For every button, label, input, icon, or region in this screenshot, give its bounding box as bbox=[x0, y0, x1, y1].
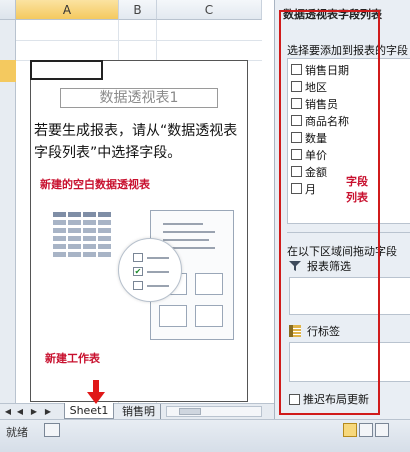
report-filter-drop-area[interactable] bbox=[289, 277, 410, 315]
field-item[interactable]: 销售员 bbox=[291, 95, 338, 112]
field-label: 金额 bbox=[305, 165, 327, 179]
pivot-field-list-pane: 数据透视表字段列表 选择要添加到报表的字段 销售日期 地区 销售员 商品名称 数… bbox=[274, 0, 410, 419]
row-labels-drop-area[interactable] bbox=[289, 342, 410, 382]
field-label: 月 bbox=[305, 182, 316, 196]
pane-title: 数据透视表字段列表 bbox=[283, 8, 382, 21]
column-header-b[interactable]: B bbox=[119, 0, 157, 20]
checkbox[interactable] bbox=[291, 166, 302, 177]
active-cell[interactable] bbox=[30, 60, 103, 80]
column-header-a[interactable]: A bbox=[16, 0, 119, 20]
checkbox[interactable] bbox=[291, 64, 302, 75]
column-header-c[interactable]: C bbox=[157, 0, 262, 20]
pivot-instruction-text: 若要生成报表，请从“数据透视表字段列表”中选择字段。 bbox=[34, 123, 238, 161]
select-all-corner[interactable] bbox=[0, 0, 16, 20]
next-sheet-icon[interactable]: ▶ bbox=[28, 406, 40, 418]
field-select-prompt: 选择要添加到报表的字段 bbox=[287, 44, 408, 57]
prev-sheet-icon[interactable]: ◀ bbox=[14, 406, 26, 418]
row-labels-label: 行标签 bbox=[307, 325, 340, 338]
annotation-field-list: 字段 列表 bbox=[346, 175, 368, 204]
defer-update-checkbox[interactable] bbox=[289, 393, 300, 405]
defer-layout-update[interactable]: 推迟布局更新 bbox=[289, 391, 369, 407]
checkbox[interactable] bbox=[291, 115, 302, 126]
tab-sheet1[interactable]: Sheet1 bbox=[64, 403, 114, 419]
filter-icon bbox=[289, 261, 301, 271]
horizontal-scroll-thumb[interactable] bbox=[179, 408, 201, 415]
area-drag-prompt: 在以下区域间拖动字段 bbox=[287, 245, 397, 258]
field-label: 商品名称 bbox=[305, 114, 349, 128]
sheet-tab-bar: ◀ ◀ ▶ ▶ Sheet1 销售明 bbox=[0, 403, 274, 419]
checkbox[interactable] bbox=[291, 183, 302, 194]
tab-sales-detail[interactable]: 销售明 bbox=[117, 404, 161, 419]
field-label: 数量 bbox=[305, 131, 327, 145]
checkbox[interactable] bbox=[291, 149, 302, 160]
page-break-view-button[interactable] bbox=[375, 423, 389, 437]
checkbox[interactable] bbox=[291, 81, 302, 92]
row-header-selected[interactable] bbox=[0, 60, 16, 82]
checkbox[interactable] bbox=[291, 98, 302, 109]
field-label: 销售员 bbox=[305, 97, 338, 111]
field-item[interactable]: 月 bbox=[291, 180, 316, 197]
row-labels-header: 行标签 bbox=[289, 323, 340, 339]
worksheet-area[interactable]: A B C 数据透视表1 若要生成报表，请从“数据透视表字段列表”中选择字段。 … bbox=[0, 0, 262, 417]
pane-splitter[interactable] bbox=[287, 232, 410, 236]
macro-record-icon[interactable] bbox=[44, 423, 60, 437]
row-labels-icon bbox=[289, 325, 301, 337]
field-label: 地区 bbox=[305, 80, 327, 94]
horizontal-scrollbar[interactable] bbox=[166, 406, 262, 417]
status-bar: 就绪 bbox=[0, 419, 410, 452]
normal-view-button[interactable] bbox=[343, 423, 357, 437]
field-item[interactable]: 数量 bbox=[291, 129, 327, 146]
field-item[interactable]: 销售日期 bbox=[291, 61, 349, 78]
gridline bbox=[16, 40, 262, 41]
pivot-table-title: 数据透视表1 bbox=[60, 88, 218, 108]
page-layout-view-button[interactable] bbox=[359, 423, 373, 437]
last-sheet-icon[interactable]: ▶ bbox=[42, 406, 54, 418]
table-illustration-icon bbox=[53, 212, 113, 268]
status-ready-text: 就绪 bbox=[6, 426, 28, 439]
field-label: 销售日期 bbox=[305, 63, 349, 77]
field-item[interactable]: 商品名称 bbox=[291, 112, 349, 129]
field-item[interactable]: 单价 bbox=[291, 146, 327, 163]
annotation-new-worksheet: 新建工作表 bbox=[45, 352, 100, 365]
field-label: 单价 bbox=[305, 148, 327, 162]
report-filter-label: 报表筛选 bbox=[307, 260, 351, 273]
annotation-empty-pivot: 新建的空白数据透视表 bbox=[40, 178, 150, 191]
report-filter-header: 报表筛选 bbox=[289, 258, 351, 274]
checkbox[interactable] bbox=[291, 132, 302, 143]
first-sheet-icon[interactable]: ◀ bbox=[2, 406, 14, 418]
field-select-illustration-icon: ✔ bbox=[118, 238, 182, 302]
defer-update-label: 推迟布局更新 bbox=[303, 393, 369, 406]
field-list[interactable]: 销售日期 地区 销售员 商品名称 数量 单价 金额 月 字段 列表 bbox=[287, 58, 410, 224]
field-item[interactable]: 金额 bbox=[291, 163, 327, 180]
field-item[interactable]: 地区 bbox=[291, 78, 327, 95]
